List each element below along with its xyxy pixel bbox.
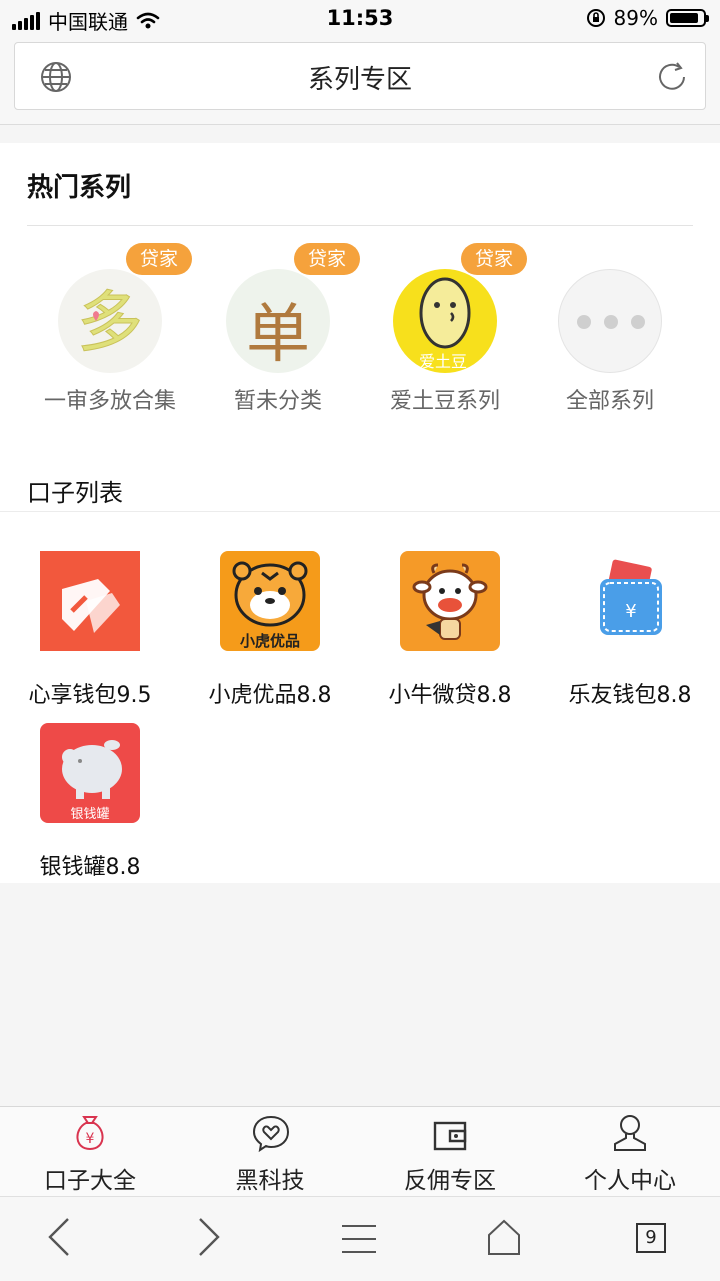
tab-fanyong-zhuanqu[interactable]: 反佣专区 [360,1107,540,1197]
duo-logo-icon: 多 [77,284,144,362]
svg-text:小虎优品: 小虎优品 [240,632,300,650]
tab-personal-center[interactable]: 个人中心 [540,1107,720,1197]
page-title: 系列专区 [307,65,412,95]
status-right: 89% [586,6,709,30]
wallet-app-icon: ¥ [580,551,680,651]
series-avatar-potato: 爱土豆 [393,269,497,373]
tab-label: 个人中心 [584,1168,676,1194]
menu-icon[interactable] [340,1223,378,1255]
loan-app-item[interactable]: 小牛微贷8.8 [360,551,540,709]
wallet-icon [433,1121,467,1151]
back-icon[interactable] [46,1217,74,1257]
loan-app-item[interactable]: 银钱罐 银钱罐8.8 [0,723,180,881]
svg-text:爱土豆: 爱土豆 [419,352,467,371]
series-label: 暂未分类 [233,389,322,414]
tab-label: 黑科技 [235,1168,305,1194]
home-icon[interactable] [486,1217,522,1257]
loan-app-item[interactable]: 心享钱包9.5 [0,551,180,709]
series-badge: 贷家 [126,243,192,275]
person-icon [614,1115,646,1151]
loan-app-name: 银钱罐8.8 [39,855,141,880]
address-box[interactable]: 系列专区 [14,42,706,110]
series-avatar-duo: 多 [58,269,162,373]
loan-list-title: 口子列表 [27,479,123,507]
svg-text:银钱罐: 银钱罐 [70,807,109,822]
reload-icon[interactable] [655,60,689,94]
series-badge: 贷家 [294,243,360,275]
browser-toolbar: 9 [0,1196,720,1281]
battery-icon [666,9,709,27]
tab-label: 口子大全 [44,1168,136,1194]
loan-app-name: 心享钱包9.5 [28,683,152,708]
loan-app-name: 乐友钱包8.8 [568,683,692,708]
battery-fill [670,13,698,23]
piggy-bank-icon: 银钱罐 [40,723,140,823]
svg-text:多: 多 [77,284,143,361]
money-bag-icon: ¥ [76,1116,104,1151]
xinxiang-wallet-icon [40,551,140,651]
series-item-2[interactable]: 贷家 单 暂未分类 [194,243,362,415]
divider [27,225,693,226]
svg-text:¥: ¥ [86,1131,95,1147]
series-avatar-dan: 单 [226,269,330,373]
series-label: 爱土豆系列 [389,389,500,414]
divider [0,511,720,512]
loan-app-item[interactable]: ¥ 乐友钱包8.8 [540,551,720,709]
calf-icon [400,551,500,651]
tab-kouzi-daquan[interactable]: ¥ 口子大全 [0,1107,180,1197]
tab-label: 反佣专区 [404,1168,496,1194]
dan-logo-glyph: 单 [246,298,310,372]
more-icon [558,269,662,373]
forward-icon[interactable] [194,1217,222,1257]
series-item-all[interactable]: 全部系列 [526,243,694,415]
status-bar: 中国联通 11:53 89% [0,0,720,36]
svg-text:¥: ¥ [625,601,636,622]
tab-hei-keji[interactable]: 黑科技 [180,1107,360,1197]
series-badge: 贷家 [461,243,527,275]
loan-app-name: 小虎优品8.8 [208,683,332,708]
loan-app-item[interactable]: 小虎优品 小虎优品8.8 [180,551,360,709]
browser-address-bar: 系列专区 [0,36,720,125]
rotation-lock-icon [586,9,605,27]
series-item-3[interactable]: 贷家 爱土豆 爱土豆系列 [361,243,529,415]
hot-series-title: 热门系列 [27,173,132,203]
main-content: 热门系列 贷家 多 一审多放合集 贷家 单 暂未分类 贷家 爱土豆 爱土豆系列 … [0,143,720,883]
tiger-icon: 小虎优品 [220,551,320,651]
potato-logo-icon: 爱土豆 [419,277,471,371]
battery-percent: 89% [613,6,658,30]
tabs-icon[interactable]: 9 [636,1223,666,1253]
loan-app-name: 小牛微贷8.8 [388,683,512,708]
series-label: 一审多放合集 [43,389,176,414]
series-label: 全部系列 [565,389,654,414]
bottom-tab-bar: ¥ 口子大全 黑科技 反佣专区 个人中心 [0,1106,720,1197]
series-item-1[interactable]: 贷家 多 一审多放合集 [26,243,194,415]
heart-chat-icon [252,1115,290,1153]
